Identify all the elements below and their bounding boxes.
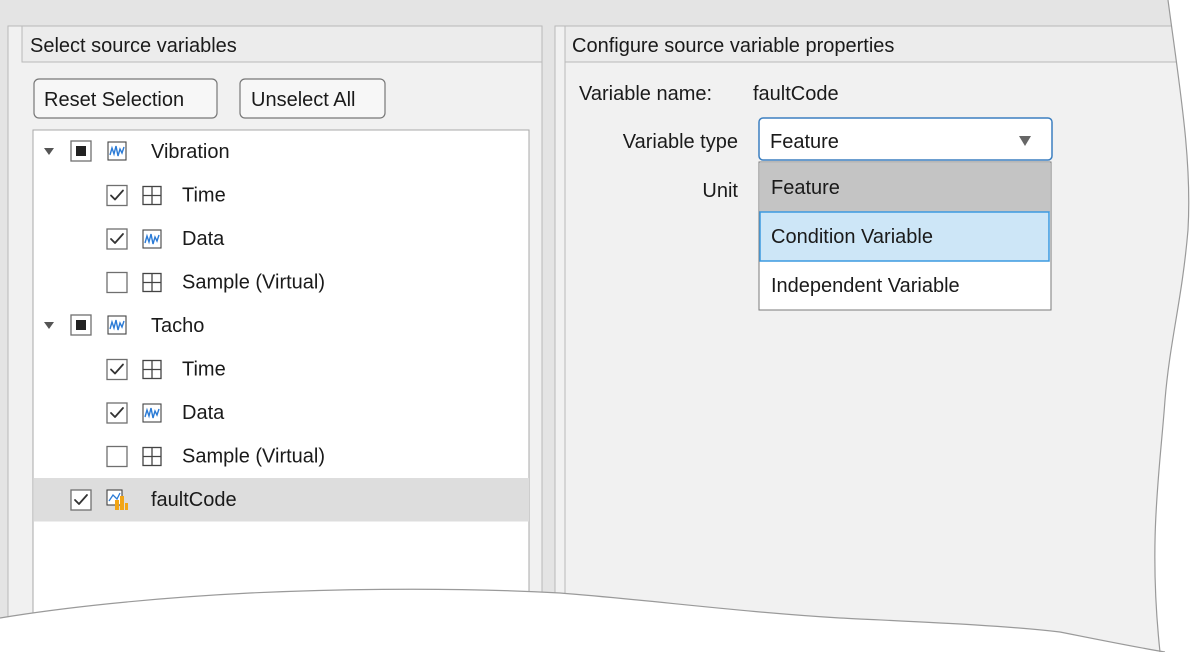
tree-checkbox[interactable] [70, 314, 92, 336]
tree-node-label: Tacho [151, 315, 204, 337]
tree-checkbox[interactable] [106, 402, 128, 424]
variable-name-value: faultCode [753, 83, 839, 105]
variable-tree: Vibration Time Data Sample (Virtual) Tacho Ti… [32, 129, 530, 631]
source-variables-panel: Select source variables Reset Selection … [7, 25, 543, 647]
reset-selection-label: Reset Selection [44, 89, 184, 111]
tree-checkbox[interactable] [106, 184, 128, 207]
app-window: Select source variables Reset Selection … [0, 0, 1190, 652]
dropdown-option[interactable]: Feature [760, 163, 1050, 212]
table-icon [142, 272, 162, 293]
variable-type-dropdown[interactable]: Feature [758, 117, 1053, 161]
tree-node[interactable]: faultCode [34, 478, 529, 522]
variable-type-options: Feature Condition Variable Independent Var… [758, 161, 1052, 311]
unit-label: Unit [702, 180, 738, 202]
signal-icon [107, 315, 127, 335]
tree-node-label: Vibration [151, 141, 230, 163]
variable-properties-panel: Configure source variable properties Var… [554, 25, 1189, 652]
tree-leaf-label: Time [182, 185, 226, 207]
table-icon [142, 185, 162, 206]
dropdown-option-label: Feature [771, 177, 840, 199]
tree-leaf-label: Time [182, 359, 226, 381]
unselect-all-button[interactable]: Unselect All [239, 78, 386, 119]
dropdown-option[interactable]: Condition Variable [759, 211, 1050, 262]
signal-icon [107, 141, 127, 161]
dropdown-option-label: Independent Variable [771, 275, 960, 297]
dropdown-option-label: Condition Variable [771, 226, 933, 248]
tree-leaf-label: Sample (Virtual) [182, 446, 325, 468]
signal-icon [142, 229, 162, 249]
panel-title: Configure source variable properties [572, 35, 894, 57]
tree-leaf-label: Data [182, 402, 225, 424]
tree-checkbox[interactable] [106, 271, 128, 294]
tree-leaf-label: Sample (Virtual) [182, 272, 325, 294]
tree-checkbox[interactable] [106, 228, 128, 250]
dropdown-option[interactable]: Independent Variable [771, 275, 960, 297]
unselect-all-label: Unselect All [251, 89, 356, 111]
tree-checkbox[interactable] [106, 445, 128, 468]
table-icon [142, 359, 162, 380]
variable-type-value: Feature [770, 131, 839, 153]
tree-checkbox[interactable] [70, 140, 92, 162]
variable-type-label: Variable type [623, 131, 738, 153]
tree-leaf-label: Data [182, 228, 225, 250]
tree-node-label: faultCode [151, 489, 237, 511]
variable-name-label: Variable name: [579, 83, 712, 105]
panel-title: Select source variables [30, 35, 237, 57]
tree-checkbox[interactable] [70, 489, 92, 511]
table-icon [142, 446, 162, 467]
signal-icon [142, 403, 162, 423]
reset-selection-button[interactable]: Reset Selection [33, 78, 218, 119]
tree-checkbox[interactable] [106, 358, 128, 381]
